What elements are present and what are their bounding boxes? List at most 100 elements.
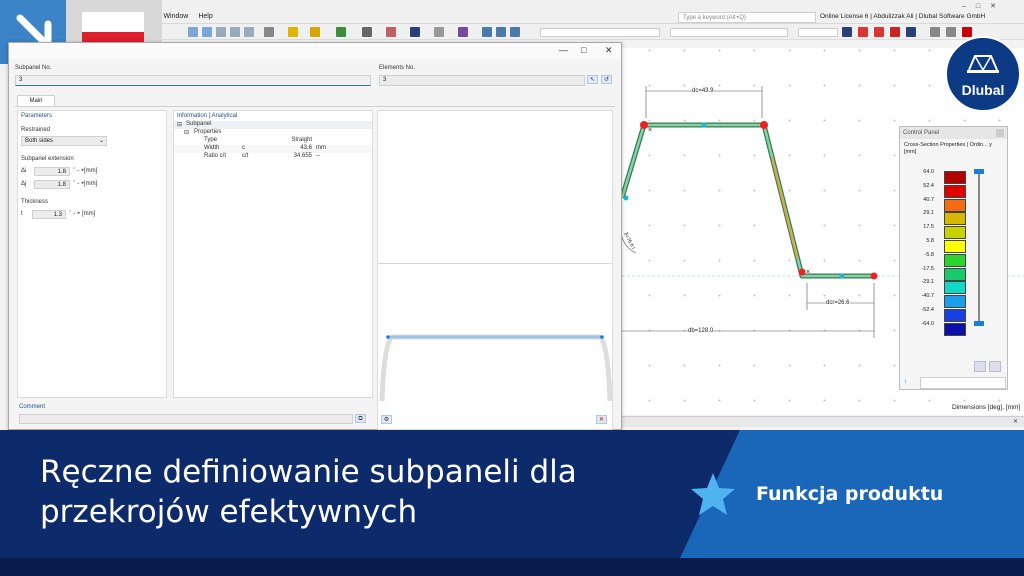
tool-icon[interactable] — [930, 27, 940, 37]
stepper-icon[interactable]: ⌃⌄ ▸ — [72, 180, 84, 186]
toolbar-dropdown[interactable] — [798, 28, 838, 37]
tree-properties: Properties — [194, 129, 222, 135]
panel-settings-icon[interactable] — [974, 361, 986, 372]
support-icon[interactable] — [410, 27, 420, 37]
legend-value: -5.8 — [924, 251, 934, 258]
view-icon[interactable] — [244, 27, 254, 37]
frame-icon[interactable] — [362, 27, 372, 37]
flag-white-stripe — [82, 12, 144, 32]
tree-row[interactable]: ⊟ Properties — [174, 129, 372, 137]
settings-icon[interactable] — [906, 27, 916, 37]
property-row[interactable]: Ratio c/t c/t 34.655 -- — [174, 153, 372, 161]
preview-settings-icon[interactable]: ⚙ — [381, 415, 392, 424]
legend-slider-top[interactable] — [974, 169, 984, 174]
svg-text:×: × — [806, 269, 810, 276]
delta-j-input[interactable]: 1.8 — [34, 180, 70, 189]
measure-icon[interactable] — [482, 27, 492, 37]
delta-i-unit: [mm] — [84, 168, 98, 174]
close-icon[interactable] — [962, 27, 972, 37]
legend-slider-track[interactable] — [978, 172, 980, 322]
banner-title: Ręczne definiowanie subpaneli dla przekr… — [40, 454, 577, 530]
preview-divider — [378, 263, 612, 264]
maximize-button[interactable]: □ — [976, 3, 990, 10]
subpanel-no-input[interactable]: 3 — [15, 75, 371, 86]
view-icon[interactable] — [188, 27, 198, 37]
thickness-label: Thickness — [21, 199, 49, 205]
chevron-down-icon: ⌄ — [98, 138, 104, 144]
view-icon[interactable] — [202, 27, 212, 37]
tree-subpanel: Subpanel — [186, 121, 212, 127]
legend-swatch — [944, 212, 966, 226]
menu-item-window[interactable]: Window — [163, 13, 188, 20]
property-name: Width — [204, 145, 220, 151]
paint-icon[interactable] — [386, 27, 396, 37]
delta-j-unit: [mm] — [84, 181, 98, 187]
legend-swatch — [944, 240, 966, 253]
view-icon[interactable] — [230, 27, 240, 37]
information-header: Information | Analytical — [177, 113, 238, 119]
tree-row[interactable]: ⊟ Subpanel — [174, 121, 372, 129]
close-icon[interactable]: ✕ — [1013, 418, 1018, 425]
section-icon[interactable] — [842, 27, 852, 37]
search-input[interactable]: Type a keyword (Alt+Q) — [678, 12, 816, 23]
app-window-controls: –□✕ — [962, 2, 1006, 10]
result-icon[interactable] — [858, 27, 868, 37]
restrained-select[interactable]: Both sides ⌄ — [21, 136, 107, 146]
property-unit: mm — [316, 145, 326, 151]
measure-icon[interactable] — [510, 27, 520, 37]
node-marker — [798, 268, 806, 276]
property-symbol: c — [242, 145, 245, 151]
dialog-minimize-button[interactable]: — — [559, 45, 568, 55]
toolbar-dropdown[interactable] — [540, 28, 660, 37]
control-panel: Control Panel Cross-Section Properties |… — [899, 126, 1008, 390]
line-icon[interactable] — [310, 27, 320, 37]
close-app-button[interactable]: ✕ — [990, 3, 1006, 10]
minimize-button[interactable]: – — [962, 3, 976, 10]
expand-icon[interactable]: ⊟ — [177, 121, 182, 128]
table-icon[interactable] — [458, 27, 468, 37]
dialog-maximize-button[interactable]: □ — [581, 45, 586, 55]
view-icon[interactable] — [216, 27, 226, 37]
delta-j-symbol: Δj — [21, 181, 27, 187]
legend-value: -29.1 — [921, 279, 934, 286]
expand-icon[interactable]: ⊟ — [184, 129, 189, 136]
delta-i-input[interactable]: 1.8 — [34, 167, 70, 176]
legend-swatch — [944, 253, 966, 267]
tool-icon[interactable] — [946, 27, 956, 37]
legend-swatch — [944, 184, 966, 198]
property-value: Straight — [291, 137, 312, 143]
preview-panel: ⚙ ✕ — [377, 110, 613, 430]
comment-copy-icon[interactable]: ⧉ — [355, 414, 366, 423]
legend-value: 64.0 — [923, 169, 934, 175]
undo-icon[interactable]: ↺ — [601, 75, 612, 84]
render-icon[interactable] — [264, 27, 274, 37]
stepper-icon[interactable]: ⌃⌄ ▸ — [72, 167, 84, 173]
result-icon[interactable] — [874, 27, 884, 37]
node-icon[interactable] — [336, 27, 346, 37]
dialog-close-button[interactable]: ✕ — [605, 45, 613, 56]
select-icon[interactable] — [288, 27, 298, 37]
toolbar-dropdown[interactable] — [670, 28, 788, 37]
pick-elements-icon[interactable]: ↖ — [587, 75, 598, 84]
star-icon — [691, 473, 735, 515]
result-icon[interactable] — [890, 27, 900, 37]
panel-options-icon[interactable] — [989, 361, 1001, 372]
subpanel-extension-label: Subpanel extension — [21, 156, 74, 162]
thickness-input[interactable]: 1.3 — [32, 210, 66, 219]
comment-input[interactable] — [19, 414, 353, 424]
property-row[interactable]: Type Straight — [174, 137, 372, 145]
grid-icon[interactable] — [434, 27, 444, 37]
legend-value: -52.4 — [921, 307, 934, 313]
thickness-unit: [mm] — [82, 211, 96, 217]
menu-item-help[interactable]: Help — [198, 13, 212, 20]
property-row[interactable]: Width c 43.6 mm — [174, 145, 372, 153]
panel-footer-field[interactable] — [920, 377, 1006, 389]
measure-icon[interactable] — [496, 27, 506, 37]
stepper-icon[interactable]: ⌃⌄ ▸ — [68, 210, 80, 216]
dialog-title-bar: — □ ✕ — [9, 43, 621, 59]
legend-slider-bottom[interactable] — [974, 321, 984, 326]
logo-text: Dlubal — [961, 82, 1005, 98]
elements-no-input[interactable]: 3 — [379, 75, 585, 86]
svg-text:×: × — [648, 127, 652, 134]
preview-close-icon[interactable]: ✕ — [596, 415, 607, 424]
